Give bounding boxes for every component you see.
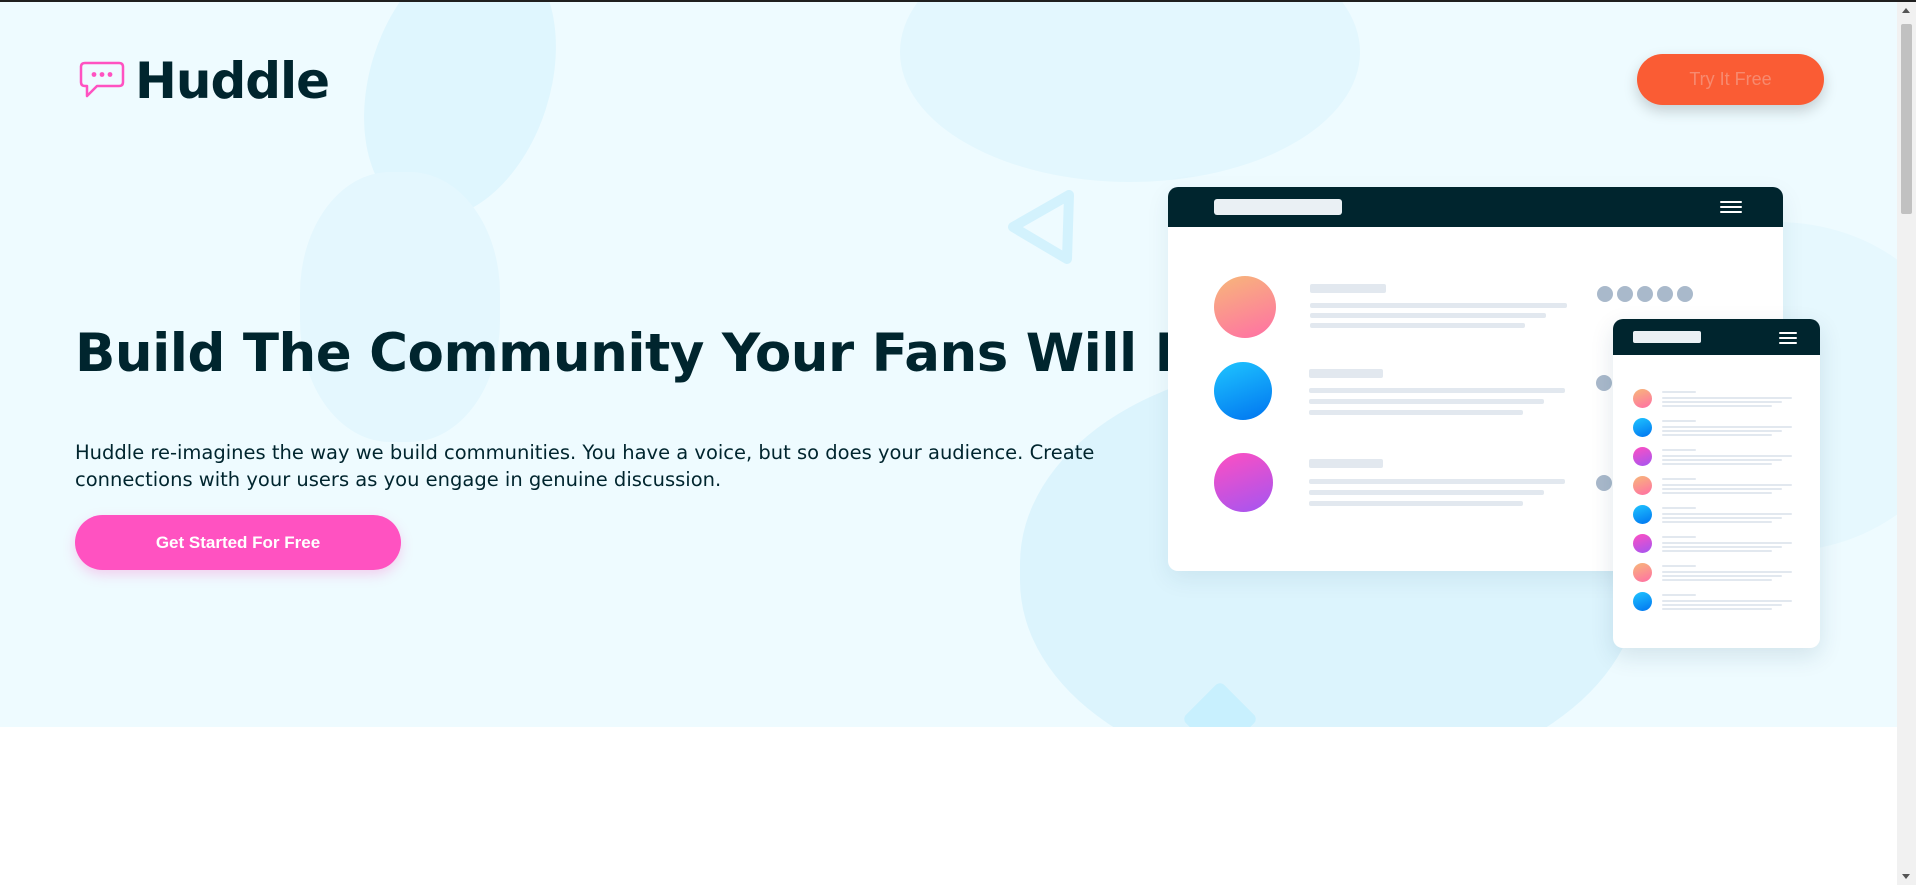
mockup-row [1613,592,1820,616]
menu-icon [1779,330,1797,344]
avatar [1214,276,1276,338]
scroll-down-arrow-icon[interactable] [1902,874,1910,879]
scroll-up-arrow-icon[interactable] [1902,8,1910,13]
chat-bubble-icon [79,61,125,98]
mockup-header-bar [1168,187,1783,227]
page-scrollbar[interactable] [1897,2,1916,885]
mockup-row [1613,534,1820,558]
hero-section: Huddle Try It Free Build The Community Y… [0,2,1897,727]
logo-text: Huddle [135,52,330,110]
mockup-title-placeholder [1214,199,1342,215]
hero-headline: Build The Community Your Fans Will Love [75,323,1294,384]
mockup-row [1613,447,1820,471]
mockup-row [1613,505,1820,529]
background-blob [900,2,1360,182]
mockup-row [1613,563,1820,587]
mockup-row [1613,476,1820,500]
triangle-outline-shape [1008,190,1074,264]
mockup-row [1613,389,1820,413]
background-blob [300,172,500,442]
avatar [1214,453,1273,512]
mockup-header-bar [1613,319,1820,355]
menu-icon [1720,199,1742,215]
get-started-button[interactable]: Get Started For Free [75,515,401,570]
mockup-title-placeholder [1633,331,1701,343]
avatar [1214,362,1272,420]
hero-description: Huddle re-imagines the way we build comm… [75,441,1095,491]
scrollbar-thumb[interactable] [1901,24,1912,214]
mobile-mockup-illustration [1613,319,1820,648]
mockup-row [1613,418,1820,442]
try-it-free-button[interactable]: Try It Free [1637,54,1824,105]
logo[interactable]: Huddle [77,52,330,110]
